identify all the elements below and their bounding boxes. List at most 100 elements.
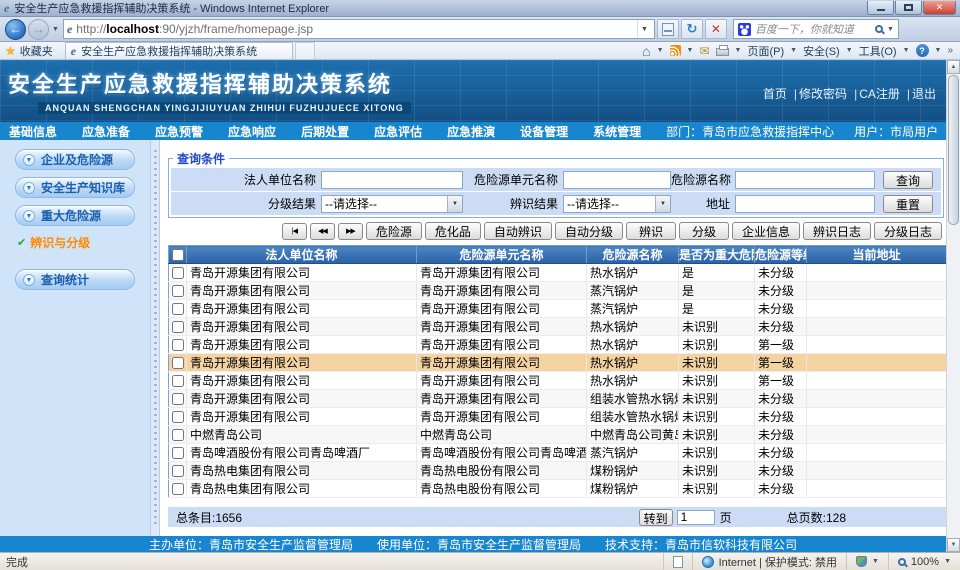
safety-dropdown-icon[interactable]: ▼ [846,47,853,54]
url-field[interactable]: e http://localhost:90/yjzh/frame/homepag… [63,19,655,39]
table-row[interactable]: 青岛开源集团有限公司青岛开源集团有限公司热水锅炉未识别第一级 [169,336,947,354]
search-dropdown-icon[interactable]: ▼ [887,26,894,33]
search-icon[interactable] [875,25,883,33]
row-checkbox[interactable] [172,411,184,423]
compatibility-view-button[interactable] [657,19,679,39]
nav-item[interactable]: 基础信息 [9,123,57,140]
favorites-label[interactable]: 收藏夹 [20,43,53,59]
toolbar-button[interactable]: 辨识 [626,222,676,240]
toolbar-button[interactable]: 自动分级 [555,222,623,240]
nav-item[interactable]: 应急准备 [82,123,130,140]
stop-button[interactable]: ✕ [705,19,727,39]
table-row[interactable]: 中燃青岛公司中燃青岛公司中燃青岛公司黄岛油库锅炉未识别未分级 [169,426,947,444]
tools-dropdown-icon[interactable]: ▼ [903,47,910,54]
menu-tools[interactable]: 工具(O) [859,43,897,59]
menu-safety[interactable]: 安全(S) [803,43,840,59]
nav-item[interactable]: 系统管理 [593,123,641,140]
nav-item[interactable]: 应急响应 [228,123,276,140]
row-checkbox[interactable] [172,267,184,279]
help-icon[interactable]: ? [916,44,929,57]
sidebar-item-query-stats[interactable]: ▼ 查询统计 [15,269,135,290]
hazard-unit-input[interactable] [563,171,671,189]
home-dropdown-icon[interactable]: ▼ [657,47,664,54]
toolbar-button[interactable]: 辨识日志 [803,222,871,240]
table-row[interactable]: 青岛开源集团有限公司青岛开源集团有限公司组装水管热水锅炉未识别未分级 [169,390,947,408]
page-dropdown-icon[interactable]: ▼ [790,47,797,54]
table-row[interactable]: 青岛开源集团有限公司青岛开源集团有限公司蒸汽锅炉是未分级 [169,300,947,318]
overflow-chevron-icon[interactable]: » [947,45,953,56]
nav-item[interactable]: 应急预警 [155,123,203,140]
maximize-button[interactable] [895,1,922,15]
pager-button[interactable]: ▶▶ [338,223,363,240]
row-checkbox[interactable] [172,357,184,369]
toolbar-button[interactable]: 危险源 [366,222,422,240]
sidebar-item-enterprise-hazard[interactable]: ▼ 企业及危险源 [15,149,135,170]
hazard-name-input[interactable] [735,171,875,189]
top-link[interactable]: 首页 [763,87,787,101]
print-icon[interactable] [716,48,729,56]
pager-button[interactable]: |◀ [282,223,307,240]
scrollbar-thumb[interactable] [948,75,959,225]
table-row[interactable]: 青岛开源集团有限公司青岛开源集团有限公司蒸汽锅炉是未分级 [169,282,947,300]
vertical-scrollbar[interactable]: ▲ ▼ [946,60,960,552]
top-link[interactable]: CA注册 [847,87,900,101]
corp-name-input[interactable] [321,171,463,189]
nav-item[interactable]: 应急评估 [374,123,422,140]
row-checkbox[interactable] [172,429,184,441]
favorites-star-icon[interactable]: ★ [5,44,16,58]
mail-icon[interactable]: ✉ [699,44,709,58]
top-link[interactable]: 退出 [900,87,936,101]
pager-button[interactable]: ◀◀ [310,223,335,240]
row-checkbox[interactable] [172,483,184,495]
row-checkbox[interactable] [172,339,184,351]
row-checkbox[interactable] [172,375,184,387]
nav-item[interactable]: 后期处置 [301,123,349,140]
toolbar-button[interactable]: 危化品 [425,222,481,240]
menu-page[interactable]: 页面(P) [747,43,784,59]
search-button[interactable]: 查询 [883,171,933,189]
table-row[interactable]: 青岛啤酒股份有限公司青岛啤酒厂青岛啤酒股份有限公司青岛啤酒厂蒸汽锅炉未识别未分级 [169,444,947,462]
home-icon[interactable]: ⌂ [642,46,650,56]
goto-page-button[interactable]: 转到 [639,509,673,526]
url-text[interactable]: http://localhost:90/yjzh/frame/homepage.… [76,22,633,36]
row-checkbox[interactable] [172,393,184,405]
table-row[interactable]: 青岛热电集团有限公司青岛热电股份有限公司煤粉锅炉未识别未分级 [169,480,947,498]
refresh-button[interactable]: ↻ [681,19,703,39]
scroll-up-icon[interactable]: ▲ [947,60,960,74]
scroll-down-icon[interactable]: ▼ [947,538,960,552]
rss-feed-icon[interactable] [670,45,681,56]
grade-result-select[interactable]: --请选择--▼ [321,195,463,213]
forward-button[interactable]: → [28,19,49,40]
sidebar-splitter[interactable] [150,140,160,536]
rss-dropdown-icon[interactable]: ▼ [687,47,694,54]
table-row[interactable]: 青岛开源集团有限公司青岛开源集团有限公司组装水管热水锅炉未识别未分级 [169,408,947,426]
row-checkbox[interactable] [172,465,184,477]
status-filter-segment[interactable]: ▼ [846,553,888,570]
sidebar-item-major-hazard[interactable]: ▼ 重大危险源 [15,205,135,226]
toolbar-button[interactable]: 分级日志 [874,222,942,240]
select-all-checkbox[interactable] [172,249,184,261]
toolbar-button[interactable]: 自动辨识 [484,222,552,240]
address-input[interactable] [735,195,875,213]
table-row[interactable]: 青岛开源集团有限公司青岛开源集团有限公司热水锅炉是未分级 [169,264,947,282]
table-row[interactable]: 青岛开源集团有限公司青岛开源集团有限公司热水锅炉未识别第一级 [169,372,947,390]
row-checkbox[interactable] [172,447,184,459]
table-row[interactable]: 青岛开源集团有限公司青岛开源集团有限公司热水锅炉未识别未分级 [169,318,947,336]
help-dropdown-icon[interactable]: ▼ [935,47,942,54]
minimize-button[interactable] [867,1,894,15]
table-row[interactable]: 青岛开源集团有限公司青岛开源集团有限公司热水锅炉未识别第一级 [169,354,947,372]
row-checkbox[interactable] [172,321,184,333]
row-checkbox[interactable] [172,303,184,315]
history-dropdown-icon[interactable]: ▼ [52,26,59,33]
back-button[interactable]: ← [5,19,26,40]
sidebar-item-knowledge-base[interactable]: ▼ 安全生产知识库 [15,177,135,198]
sidebar-subitem-identify-grade[interactable]: ✔ 辨识与分级 [0,233,150,253]
url-dropdown-icon[interactable]: ▼ [637,20,651,38]
print-dropdown-icon[interactable]: ▼ [735,47,742,54]
reset-button[interactable]: 重置 [883,195,933,213]
browser-tab[interactable]: e 安全生产应急救援指挥辅助决策系统 [65,42,293,59]
search-input[interactable]: 百度一下，你就知道 [755,21,871,37]
toolbar-button[interactable]: 分级 [679,222,729,240]
close-button[interactable]: ✕ [923,1,956,15]
toolbar-button[interactable]: 企业信息 [732,222,800,240]
